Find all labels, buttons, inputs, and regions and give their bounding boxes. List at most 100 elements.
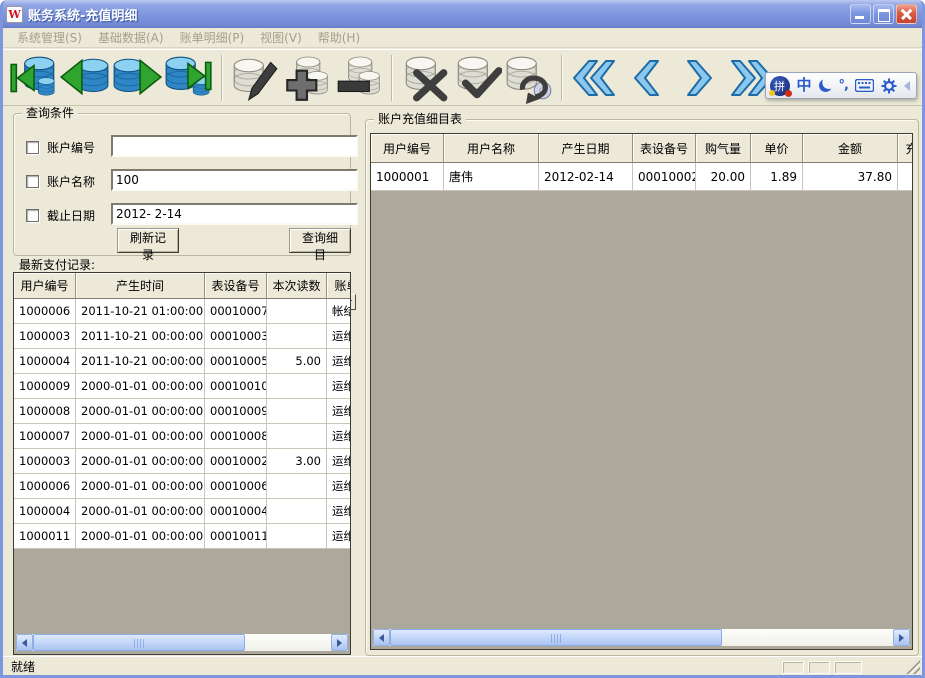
table-cell[interactable]: 1000011 bbox=[14, 524, 76, 549]
table-cell[interactable]: 2011-10-21 00:00:00 bbox=[76, 324, 205, 349]
table-cell[interactable] bbox=[267, 299, 327, 324]
soft-keyboard-icon[interactable] bbox=[855, 79, 874, 92]
table-cell[interactable]: 运维 bbox=[327, 449, 351, 474]
table-cell[interactable]: 1000003 bbox=[14, 449, 76, 474]
db-first-button[interactable] bbox=[7, 52, 59, 104]
ime-logo-icon[interactable]: 拼 bbox=[770, 76, 790, 96]
menu-item-2[interactable]: 账单明细(P) bbox=[172, 27, 253, 48]
table-cell[interactable]: 1000001 bbox=[371, 163, 444, 191]
table-cell[interactable]: 1000007 bbox=[14, 424, 76, 449]
table-cell[interactable]: 2000-01-01 00:00:00 bbox=[76, 499, 205, 524]
column-header[interactable]: 金额 bbox=[803, 134, 898, 163]
table-cell[interactable] bbox=[267, 399, 327, 424]
scrollbar-track[interactable] bbox=[33, 634, 331, 651]
table-cell[interactable]: 2000-01-01 00:00:00 bbox=[76, 374, 205, 399]
table-row[interactable]: 10000082000-01-01 00:00:0000010009 运维 bbox=[14, 399, 350, 424]
column-header[interactable]: 用户编号 bbox=[371, 134, 444, 163]
column-header[interactable]: 充值 bbox=[898, 134, 913, 163]
table-row[interactable]: 10000062011-10-21 01:00:0000010007帐结 bbox=[14, 299, 350, 324]
table-cell[interactable]: 2011-10-21 01:00:00 bbox=[76, 299, 205, 324]
scrollbar-thumb[interactable] bbox=[33, 634, 245, 651]
table-cell[interactable]: 20.00 bbox=[696, 163, 751, 191]
table-cell[interactable]: 运维 bbox=[327, 349, 351, 374]
table-cell[interactable]: 1000008 bbox=[14, 399, 76, 424]
table-cell[interactable]: 00010008 bbox=[205, 424, 267, 449]
scroll-right-arrow[interactable] bbox=[331, 634, 348, 651]
scroll-left-arrow[interactable] bbox=[16, 634, 33, 651]
end-date-checkbox[interactable] bbox=[26, 209, 39, 222]
table-cell[interactable]: 2000-01-01 00:00:00 bbox=[76, 424, 205, 449]
ime-settings-icon[interactable] bbox=[881, 78, 897, 94]
table-row[interactable]: 10000062000-01-01 00:00:0000010006运维 bbox=[14, 474, 350, 499]
table-cell[interactable]: 00010007 bbox=[205, 299, 267, 324]
table-cell[interactable]: 37.80 bbox=[803, 163, 898, 191]
table-cell[interactable]: 3.00 bbox=[267, 449, 327, 474]
table-cell[interactable]: 1000006 bbox=[14, 299, 76, 324]
chinese-mode-icon[interactable]: 中 bbox=[797, 78, 812, 93]
resize-grip[interactable] bbox=[906, 660, 920, 674]
minimize-button[interactable] bbox=[850, 4, 871, 24]
table-row[interactable]: 10000092000-01-01 00:00:0000010010运维 bbox=[14, 374, 350, 399]
table-cell[interactable]: 2000-01-01 00:00:00 bbox=[76, 399, 205, 424]
table-cell[interactable]: 运维 bbox=[327, 324, 351, 349]
table-cell[interactable] bbox=[267, 424, 327, 449]
menu-item-4[interactable]: 帮助(H) bbox=[310, 27, 368, 48]
punctuation-icon[interactable]: °, bbox=[839, 79, 848, 92]
column-header[interactable]: 产生时间 bbox=[76, 273, 205, 299]
table-cell[interactable]: 2012-02-14 bbox=[539, 163, 633, 191]
close-button[interactable] bbox=[896, 4, 917, 24]
table-row[interactable]: 10000032011-10-21 00:00:0000010003运维 bbox=[14, 324, 350, 349]
scroll-right-arrow[interactable] bbox=[893, 629, 910, 646]
account-id-checkbox[interactable] bbox=[26, 141, 39, 154]
db-next-button[interactable] bbox=[111, 52, 163, 104]
table-cell[interactable]: 1000004 bbox=[14, 499, 76, 524]
table-row[interactable]: 1000001唐伟2012-02-140001000220.001.8937.8… bbox=[371, 163, 912, 191]
db-edit-button[interactable] bbox=[229, 52, 281, 104]
ime-collapse-icon[interactable] bbox=[904, 81, 910, 91]
db-insert-button[interactable] bbox=[281, 52, 333, 104]
db-post-button[interactable] bbox=[451, 52, 503, 104]
table-cell[interactable]: 00010006 bbox=[205, 474, 267, 499]
table-cell[interactable]: 1000009 bbox=[14, 374, 76, 399]
table-cell[interactable]: 00010011 bbox=[205, 524, 267, 549]
table-cell[interactable]: 00010004 bbox=[205, 499, 267, 524]
table-cell[interactable]: 00010002 bbox=[205, 449, 267, 474]
table-cell[interactable]: 2011-10-21 00:00:00 bbox=[76, 349, 205, 374]
scrollbar-track[interactable] bbox=[390, 629, 893, 646]
halfwidth-moon-icon[interactable] bbox=[817, 78, 833, 94]
table-row[interactable]: 10000042000-01-01 00:00:0000010004 运维 bbox=[14, 499, 350, 524]
table-row[interactable]: 10000112000-01-01 00:00:0000010011运维 bbox=[14, 524, 350, 549]
table-cell[interactable]: 运维 bbox=[327, 399, 351, 424]
db-delete-button[interactable] bbox=[333, 52, 385, 104]
table-cell[interactable]: 1.89 bbox=[751, 163, 803, 191]
table-cell[interactable]: 00010002 bbox=[633, 163, 696, 191]
scroll-left-arrow[interactable] bbox=[373, 629, 390, 646]
table-cell[interactable]: 1000006 bbox=[14, 474, 76, 499]
query-details-button[interactable]: 查询细目 bbox=[289, 228, 351, 253]
table-cell[interactable]: 唐伟 bbox=[444, 163, 539, 191]
table-cell[interactable]: 运维 bbox=[327, 499, 351, 524]
table-cell[interactable]: 2000-01-01 00:00:00 bbox=[76, 524, 205, 549]
db-last-button[interactable] bbox=[163, 52, 215, 104]
db-cancel-button[interactable] bbox=[399, 52, 451, 104]
page-first-button[interactable] bbox=[569, 52, 621, 104]
column-header[interactable]: 购气量 bbox=[696, 134, 751, 163]
table-row[interactable]: 10000032000-01-01 00:00:00000100023.00运维 bbox=[14, 449, 350, 474]
db-prior-button[interactable] bbox=[59, 52, 111, 104]
column-header[interactable]: 用户名称 bbox=[444, 134, 539, 163]
account-id-input[interactable] bbox=[111, 135, 358, 157]
table-cell[interactable]: 运维 bbox=[327, 474, 351, 499]
table-cell[interactable]: 00010003 bbox=[205, 324, 267, 349]
table-cell[interactable] bbox=[267, 324, 327, 349]
account-name-input[interactable] bbox=[111, 169, 358, 191]
table-cell[interactable] bbox=[267, 524, 327, 549]
table-cell[interactable]: 1000004 bbox=[14, 349, 76, 374]
column-header[interactable]: 表设备号 bbox=[205, 273, 267, 299]
refresh-records-button[interactable]: 刷新记录 bbox=[117, 228, 179, 253]
column-header[interactable]: 本次读数 bbox=[267, 273, 327, 299]
menu-item-0[interactable]: 系统管理(S) bbox=[9, 27, 90, 48]
table-cell[interactable] bbox=[267, 474, 327, 499]
table-cell[interactable]: 00010009 bbox=[205, 399, 267, 424]
menu-item-3[interactable]: 视图(V) bbox=[252, 27, 310, 48]
table-cell[interactable]: 00010005 bbox=[205, 349, 267, 374]
